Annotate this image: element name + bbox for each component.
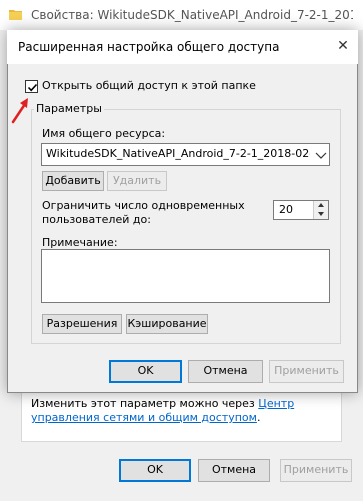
properties-note-text: Изменить этот параметр можно через Центр… bbox=[31, 397, 336, 429]
close-icon[interactable]: ✕ bbox=[332, 35, 354, 57]
chevron-down-icon[interactable] bbox=[315, 150, 327, 160]
properties-title: Свойства: WikitudeSDK_NativeAPI_Android_… bbox=[31, 8, 353, 22]
share-folder-checkbox[interactable] bbox=[25, 80, 38, 93]
dialog-cancel-button[interactable]: Отмена bbox=[188, 360, 263, 383]
comment-label: Примечание: bbox=[42, 236, 118, 249]
caching-button[interactable]: Кэширование bbox=[126, 314, 208, 334]
comment-textarea[interactable] bbox=[41, 249, 330, 303]
properties-cancel-button[interactable]: Отмена bbox=[198, 459, 270, 482]
spin-up-icon[interactable] bbox=[313, 201, 328, 210]
remove-share-button: Удалить bbox=[107, 171, 167, 191]
annotation-arrow-icon bbox=[10, 96, 32, 124]
spin-down-icon[interactable] bbox=[313, 210, 328, 219]
permissions-button[interactable]: Разрешения bbox=[42, 314, 122, 334]
checkmark-icon bbox=[27, 83, 38, 92]
parameters-legend: Параметры bbox=[34, 102, 104, 115]
properties-ok-button[interactable]: OK bbox=[119, 459, 191, 482]
share-name-label: Имя общего ресурса: bbox=[42, 127, 166, 140]
note-text: Изменить этот параметр можно через bbox=[31, 397, 259, 410]
user-limit-value[interactable]: 20 bbox=[279, 203, 307, 217]
share-name-value[interactable]: WikitudeSDK_NativeAPI_Android_7-2-1_2018… bbox=[46, 147, 310, 162]
properties-apply-button: Применить bbox=[280, 459, 352, 482]
note-tail: . bbox=[256, 411, 261, 424]
user-limit-label: Ограничить число одновременных пользоват… bbox=[42, 199, 245, 226]
folder-icon bbox=[9, 9, 22, 20]
dialog-title: Расширенная настройка общего доступа bbox=[18, 40, 280, 54]
dialog-apply-button: Применить bbox=[269, 360, 344, 383]
add-share-button[interactable]: Добавить bbox=[42, 171, 104, 191]
share-folder-label[interactable]: Открыть общий доступ к этой папке bbox=[42, 79, 272, 94]
dialog-ok-button[interactable]: OK bbox=[109, 360, 182, 383]
